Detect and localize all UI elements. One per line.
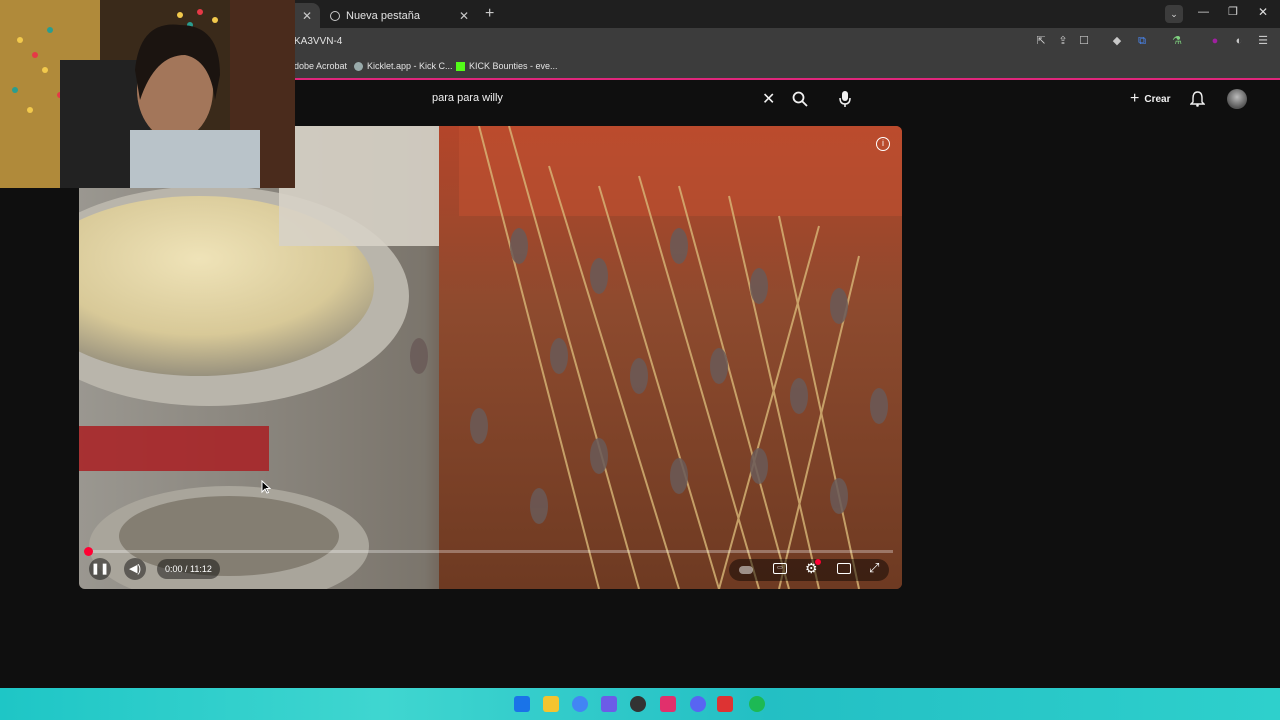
bookmark-label: Kicklet.app - Kick C... xyxy=(367,61,453,71)
search-icon[interactable] xyxy=(792,91,808,107)
progress-bar[interactable] xyxy=(87,550,893,553)
app-icon[interactable] xyxy=(630,696,646,712)
tab-search-icon[interactable]: ⌄ xyxy=(1165,5,1183,23)
file-explorer-icon[interactable] xyxy=(543,696,559,712)
bookmark-icon[interactable]: ☐ xyxy=(1077,34,1091,48)
restore-icon[interactable]: ❐ xyxy=(1228,5,1238,18)
bookmark-label: KICK Bounties - eve... xyxy=(469,61,558,71)
vscode-icon[interactable] xyxy=(601,696,617,712)
avatar[interactable] xyxy=(1227,89,1247,109)
plus-icon: + xyxy=(1130,90,1140,107)
install-icon[interactable]: ⇱ xyxy=(1034,34,1048,48)
notifications-bell-icon[interactable] xyxy=(1190,91,1205,107)
video-frame xyxy=(79,126,902,589)
create-button[interactable]: + Crear xyxy=(1122,88,1178,110)
autoplay-toggle[interactable] xyxy=(739,566,753,574)
menu-icon[interactable]: ☰ xyxy=(1256,34,1270,48)
extension-diamond-icon[interactable]: ◆ xyxy=(1110,34,1124,48)
address-bar[interactable]: KA3VVN-4 xyxy=(294,36,342,47)
profile-icon[interactable]: ◐ xyxy=(1232,34,1246,48)
tiktok-icon[interactable] xyxy=(660,696,676,712)
close-icon[interactable]: ✕ xyxy=(459,9,469,23)
mouse-cursor xyxy=(261,480,271,494)
bookmark-acrobat[interactable]: dobe Acrobat xyxy=(294,61,347,71)
close-window-icon[interactable]: ✕ xyxy=(1258,5,1268,19)
search-input[interactable]: para para willy xyxy=(432,92,503,104)
discord-icon[interactable] xyxy=(690,696,706,712)
start-icon[interactable] xyxy=(514,696,530,712)
kick-icon xyxy=(456,61,465,71)
webcam-frame xyxy=(0,0,295,188)
spotify-icon[interactable] xyxy=(749,696,765,712)
create-label: Crear xyxy=(1144,93,1171,105)
kicklet-icon xyxy=(354,61,363,71)
microphone-icon[interactable] xyxy=(839,90,851,108)
search-box: para para willy ✕ xyxy=(420,86,870,112)
new-tab-icon[interactable]: + xyxy=(485,5,494,23)
tab-nueva-pestana[interactable]: Nueva pestaña ✕ xyxy=(322,3,477,28)
loading-bar xyxy=(290,78,1280,80)
webcam-overlay xyxy=(0,0,295,188)
tab-label: Nueva pestaña xyxy=(346,9,420,22)
extensions-icon[interactable]: ⧉ xyxy=(1135,34,1149,48)
hd-badge xyxy=(815,559,821,565)
subtitles-icon[interactable]: ▭ xyxy=(773,563,787,574)
info-icon[interactable]: i xyxy=(876,137,890,151)
time-display: 0:00 / 11:12 xyxy=(157,559,220,579)
bookmark-kicklet[interactable]: Kicklet.app - Kick C... xyxy=(354,61,453,71)
bookmark-label: dobe Acrobat xyxy=(294,61,348,71)
text-app-icon[interactable] xyxy=(717,696,733,712)
video-player[interactable]: i ❚❚ ◀) 0:00 / 11:12 ▭ ⚙ ⤢ xyxy=(79,126,902,589)
progress-scrubber[interactable] xyxy=(84,547,93,556)
pause-icon[interactable]: ❚❚ xyxy=(89,558,111,580)
globe-icon xyxy=(330,10,340,21)
volume-icon[interactable]: ◀) xyxy=(124,558,146,580)
profile-extension-icon[interactable]: ● xyxy=(1208,34,1222,48)
close-icon[interactable]: ✕ xyxy=(302,9,312,23)
bookmark-kick-bounties[interactable]: KICK Bounties - eve... xyxy=(456,61,558,71)
fullscreen-icon[interactable]: ⤢ xyxy=(869,560,879,576)
share-icon[interactable]: ⇪ xyxy=(1056,34,1070,48)
chrome-icon[interactable] xyxy=(572,696,588,712)
labs-icon[interactable]: ⚗ xyxy=(1170,34,1184,48)
clear-search-icon[interactable]: ✕ xyxy=(762,89,775,109)
minimize-icon[interactable]: — xyxy=(1198,6,1209,18)
theater-mode-icon[interactable] xyxy=(837,563,851,574)
